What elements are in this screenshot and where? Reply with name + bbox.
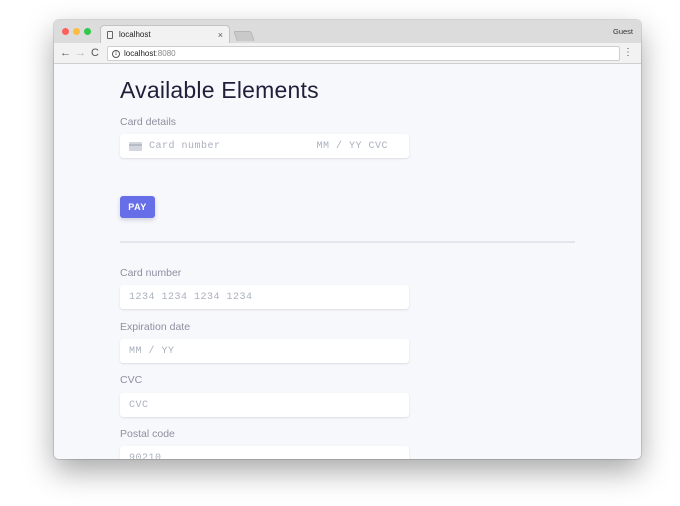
browser-toolbar: ← → C i localhost :8080 ⋮ — [54, 43, 641, 64]
page-content: Available Elements Card details Card num… — [54, 64, 641, 459]
minimize-window-button[interactable] — [73, 28, 80, 35]
postal-code-label: Postal code — [120, 428, 175, 440]
card-details-label: Card details — [120, 116, 177, 128]
profile-label[interactable]: Guest — [613, 27, 633, 36]
card-number-placeholder: Card number — [149, 140, 221, 152]
expiration-date-input[interactable]: MM / YY — [120, 339, 409, 363]
close-window-button[interactable] — [62, 28, 69, 35]
forward-icon[interactable]: → — [75, 47, 86, 59]
title-bar: localhost × Guest — [54, 20, 641, 43]
card-number-input[interactable]: 1234 1234 1234 1234 — [120, 285, 409, 309]
pay-button[interactable]: PAY — [120, 196, 155, 218]
info-icon[interactable]: i — [112, 49, 120, 58]
address-bar[interactable]: i localhost :8080 — [107, 46, 620, 61]
credit-card-icon — [129, 141, 142, 151]
cvc-input[interactable]: CVC — [120, 393, 409, 417]
expiration-date-label: Expiration date — [120, 321, 191, 333]
maximize-window-button[interactable] — [84, 28, 91, 35]
postal-code-input[interactable]: 90210 — [120, 446, 409, 459]
menu-icon[interactable]: ⋮ — [623, 47, 633, 58]
page-title: Available Elements — [120, 77, 319, 103]
url-port: :8080 — [155, 49, 176, 58]
tab-close-icon[interactable]: × — [218, 30, 223, 40]
tab-title: localhost — [119, 30, 151, 39]
card-details-input[interactable]: Card number MM / YY CVC — [120, 134, 409, 158]
browser-tab[interactable]: localhost × — [100, 25, 230, 43]
card-number-label: Card number — [120, 267, 182, 279]
page-icon — [107, 30, 113, 39]
back-icon[interactable]: ← — [60, 47, 71, 59]
new-tab-button[interactable] — [233, 31, 255, 41]
cvc-label: CVC — [120, 374, 143, 386]
expiry-cvc-placeholder: MM / YY CVC — [316, 140, 388, 152]
reload-icon[interactable]: C — [91, 47, 99, 59]
section-divider — [120, 241, 575, 243]
browser-window: localhost × Guest ← → C i localhost :808… — [54, 20, 641, 459]
url-host: localhost — [124, 49, 156, 58]
